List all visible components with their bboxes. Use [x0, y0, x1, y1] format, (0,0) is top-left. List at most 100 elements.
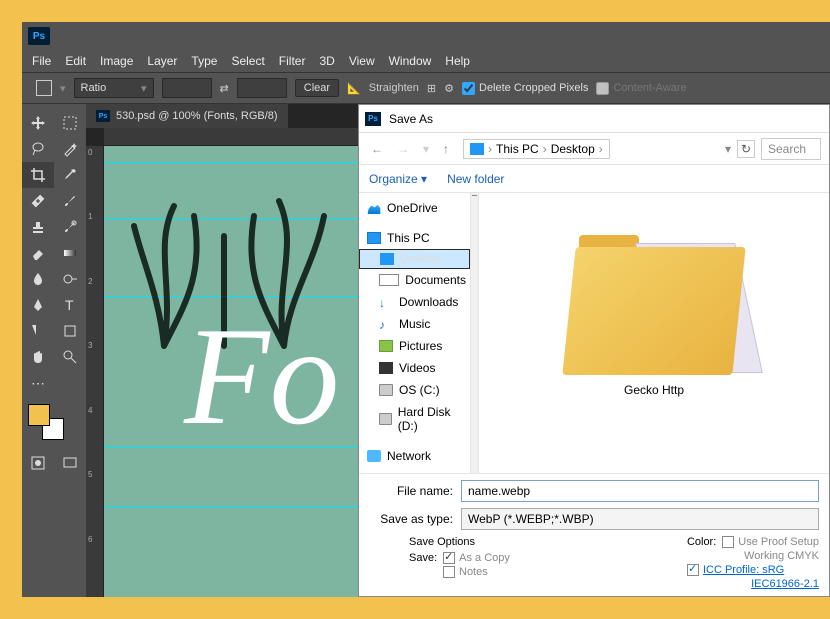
folder-item[interactable]: [569, 235, 739, 375]
pic-icon: [379, 340, 393, 352]
doc-icon: [379, 274, 399, 286]
blur-tool[interactable]: [22, 266, 54, 292]
type-tool[interactable]: T: [54, 292, 86, 318]
nav-back-button[interactable]: ←: [367, 140, 387, 158]
shape-tool[interactable]: [54, 318, 86, 344]
foreground-color[interactable]: [28, 404, 50, 426]
tree-item-desktop[interactable]: Desktop: [359, 249, 470, 269]
more-tools[interactable]: ⋯: [22, 370, 54, 396]
tree-scrollbar[interactable]: [471, 193, 479, 473]
icc-line2[interactable]: IEC61966-2.1: [687, 578, 819, 590]
path-tool[interactable]: [22, 318, 54, 344]
clear-button[interactable]: Clear: [295, 79, 339, 97]
menu-filter[interactable]: Filter: [279, 54, 306, 68]
swap-icon[interactable]: ⇄: [220, 82, 229, 95]
filename-input[interactable]: name.webp: [461, 480, 819, 502]
stamp-tool[interactable]: [22, 214, 54, 240]
nav-forward-button[interactable]: →: [393, 140, 413, 158]
menu-view[interactable]: View: [349, 54, 375, 68]
delete-cropped-checkbox[interactable]: Delete Cropped Pixels: [462, 82, 588, 95]
vid-icon: [379, 362, 393, 374]
breadcrumb[interactable]: › This PC › Desktop ›: [463, 139, 610, 159]
eraser-tool[interactable]: [22, 240, 54, 266]
gradient-tool[interactable]: [54, 240, 86, 266]
ps-file-icon: Ps: [96, 110, 110, 122]
marquee-tool[interactable]: [54, 110, 86, 136]
history-brush-tool[interactable]: [54, 214, 86, 240]
tree-item-network[interactable]: Network: [359, 445, 470, 467]
tree-label: Documents: [405, 273, 466, 287]
wand-tool[interactable]: [54, 136, 86, 162]
refresh-button[interactable]: ↻: [737, 140, 755, 158]
ruler-vertical[interactable]: 0123456: [86, 146, 104, 597]
tree-label: Hard Disk (D:): [398, 405, 466, 433]
ratio-select[interactable]: Ratio▾: [74, 78, 154, 98]
tree-item-pictures[interactable]: Pictures: [359, 335, 470, 357]
notes-checkbox[interactable]: Notes: [409, 566, 510, 578]
brush-tool[interactable]: [54, 188, 86, 214]
as-copy-checkbox[interactable]: As a Copy: [443, 552, 510, 564]
grid-icon[interactable]: ⊞: [427, 82, 436, 95]
tree-item-onedrive[interactable]: OneDrive: [359, 197, 470, 219]
tree-item-music[interactable]: ♪Music: [359, 313, 470, 335]
tree-item-videos[interactable]: Videos: [359, 357, 470, 379]
tree-item-os-c-[interactable]: OS (C:): [359, 379, 470, 401]
use-proof-checkbox[interactable]: Use Proof Setup: [722, 536, 819, 548]
quickmask-tool[interactable]: [22, 450, 54, 476]
menu-file[interactable]: File: [32, 54, 51, 68]
dialog-titlebar: Ps Save As: [359, 105, 829, 133]
ratio-w-input[interactable]: [162, 78, 212, 98]
menu-layer[interactable]: Layer: [147, 54, 177, 68]
nav-recent-button[interactable]: ▾: [419, 140, 433, 158]
options-bar: ▾ Ratio▾ ⇄ Clear 📐 Straighten ⊞ ⚙ Delete…: [22, 72, 830, 104]
tree-item-documents[interactable]: Documents: [359, 269, 470, 291]
menu-3d[interactable]: 3D: [319, 54, 334, 68]
desk-icon: [380, 253, 394, 265]
tree-item-downloads[interactable]: ↓Downloads: [359, 291, 470, 313]
new-folder-button[interactable]: New folder: [447, 172, 504, 186]
gear-icon[interactable]: ⚙: [444, 82, 454, 95]
ratio-h-input[interactable]: [237, 78, 287, 98]
net-icon: [367, 450, 381, 462]
color-swatch[interactable]: [28, 404, 64, 440]
dodge-tool[interactable]: [54, 266, 86, 292]
tree-item-hard-disk-d-[interactable]: Hard Disk (D:): [359, 401, 470, 437]
tree-item-this-pc[interactable]: This PC: [359, 227, 470, 249]
tree-label: Videos: [399, 361, 435, 375]
straighten-icon[interactable]: 📐: [347, 82, 361, 95]
healing-tool[interactable]: [22, 188, 54, 214]
crop-tool[interactable]: [22, 162, 54, 188]
menu-help[interactable]: Help: [445, 54, 470, 68]
lasso-tool[interactable]: [22, 136, 54, 162]
tree-label: This PC: [387, 231, 430, 245]
folder-label: Gecko Http: [624, 383, 684, 397]
content-aware-checkbox[interactable]: Content-Aware: [596, 82, 686, 95]
menu-edit[interactable]: Edit: [65, 54, 86, 68]
straighten-label: Straighten: [369, 82, 419, 94]
folder-view[interactable]: Gecko Http: [479, 193, 829, 473]
savetype-select[interactable]: WebP (*.WEBP;*.WBP): [461, 508, 819, 530]
move-tool[interactable]: [22, 110, 54, 136]
toolbox: T ⋯: [22, 104, 86, 597]
folder-tree[interactable]: OneDrive This PC Desktop Documents ↓Download…: [359, 193, 471, 473]
menu-window[interactable]: Window: [389, 54, 432, 68]
eyedropper-tool[interactable]: [54, 162, 86, 188]
menu-type[interactable]: Type: [191, 54, 217, 68]
document-tab[interactable]: Ps 530.psd @ 100% (Fonts, RGB/8): [86, 104, 288, 128]
crop-tool-icon[interactable]: [36, 80, 52, 96]
hand-tool[interactable]: [22, 344, 54, 370]
menu-image[interactable]: Image: [100, 54, 133, 68]
pen-tool[interactable]: [22, 292, 54, 318]
svg-text:T: T: [65, 297, 74, 313]
menu-select[interactable]: Select: [231, 54, 264, 68]
organize-button[interactable]: Organize ▾: [369, 172, 427, 186]
disk-icon: [379, 413, 392, 425]
nav-up-button[interactable]: ↑: [439, 140, 453, 158]
canvas-text: Fo: [184, 296, 340, 457]
search-input[interactable]: Search: [761, 138, 821, 160]
filename-label: File name:: [369, 484, 461, 498]
icc-profile-checkbox[interactable]: ICC Profile: sRG: [687, 564, 819, 576]
screenmode-tool[interactable]: [54, 450, 86, 476]
zoom-tool[interactable]: [54, 344, 86, 370]
pc-icon: [367, 232, 381, 244]
